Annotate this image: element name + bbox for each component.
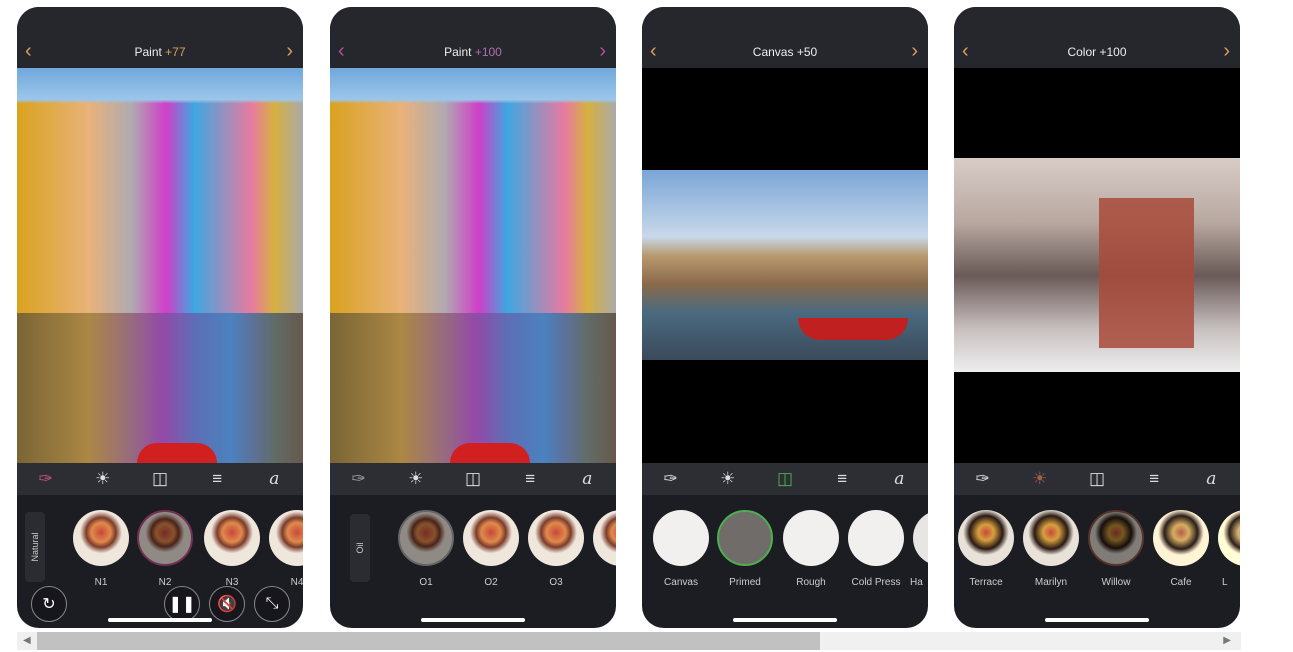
scrollbar-thumb[interactable] xyxy=(37,632,820,650)
palette-icon[interactable]: ☀ xyxy=(1025,469,1055,489)
title: Paint +77 xyxy=(17,45,303,59)
color-terrace[interactable] xyxy=(958,510,1014,566)
style-n4[interactable] xyxy=(269,510,303,566)
color-willow[interactable] xyxy=(1088,510,1144,566)
chevron-right-icon[interactable]: › xyxy=(599,40,606,63)
canvas-label: Canvas xyxy=(664,577,698,588)
style-o2[interactable] xyxy=(463,510,519,566)
scroll-right-icon[interactable]: ▶ xyxy=(1223,635,1231,646)
screenshot-color-100: ‹ Color +100 › ✑ ☀ ◫ ≡ a Terrace Marilyn… xyxy=(954,7,1240,628)
home-indicator xyxy=(421,618,525,622)
sliders-icon[interactable]: ≡ xyxy=(515,469,545,489)
font-icon[interactable]: a xyxy=(572,469,602,489)
style-label: O2 xyxy=(484,577,498,588)
color-cafe[interactable] xyxy=(1153,510,1209,566)
canvas-cold-press[interactable] xyxy=(848,510,904,566)
canvas-label: Rough xyxy=(796,577,826,588)
color-label: Marilyn xyxy=(1034,577,1068,588)
easel-icon[interactable]: ◫ xyxy=(770,469,800,489)
canvas-rough[interactable] xyxy=(783,510,839,566)
color-marilyn[interactable] xyxy=(1023,510,1079,566)
sliders-icon[interactable]: ≡ xyxy=(202,469,232,489)
palette-icon[interactable]: ☀ xyxy=(401,469,431,489)
mode-label: Color xyxy=(1067,45,1097,59)
painted-photo xyxy=(642,170,928,360)
canvas-label: Ha xyxy=(910,577,923,588)
canvas-primed[interactable] xyxy=(717,510,773,566)
style-n3[interactable] xyxy=(204,510,260,566)
color-label: Willow xyxy=(1101,577,1131,588)
style-o3[interactable] xyxy=(528,510,584,566)
home-indicator xyxy=(733,618,837,622)
style-label: N1 xyxy=(94,577,108,588)
color-label: Cafe xyxy=(1170,577,1192,588)
style-label: O1 xyxy=(419,577,433,588)
mode-value: +50 xyxy=(796,45,818,59)
mode-label: Paint xyxy=(444,45,472,59)
style-o4[interactable] xyxy=(593,510,616,566)
palette-icon[interactable]: ☀ xyxy=(88,469,118,489)
easel-icon[interactable]: ◫ xyxy=(458,469,488,489)
mode-label: Paint xyxy=(134,45,162,59)
chevron-right-icon[interactable]: › xyxy=(286,40,293,63)
painted-photo xyxy=(954,158,1240,372)
tool-bar: ✑ ☀ ◫ ≡ a xyxy=(642,463,928,495)
chevron-right-icon[interactable]: › xyxy=(911,40,918,63)
screenshot-paint-100: ‹ Paint +100 › ✑ ☀ ◫ ≡ a Oil O1 O2 O3 xyxy=(330,7,616,628)
palette-icon[interactable]: ☀ xyxy=(713,469,743,489)
chevron-right-icon[interactable]: › xyxy=(1223,40,1230,63)
brush-icon[interactable]: ✑ xyxy=(656,469,686,489)
painted-photo xyxy=(330,68,616,463)
mode-value: +77 xyxy=(165,45,186,59)
color-label: L xyxy=(1222,577,1228,588)
easel-icon[interactable]: ◫ xyxy=(1082,469,1112,489)
home-indicator xyxy=(1045,618,1149,622)
font-icon[interactable]: a xyxy=(1196,469,1226,489)
title: Color +100 xyxy=(954,45,1240,59)
sliders-icon[interactable]: ≡ xyxy=(827,469,857,489)
header: ‹ Canvas +50 › xyxy=(642,7,928,68)
canvas-label: Cold Press xyxy=(851,577,901,588)
title: Canvas +50 xyxy=(642,45,928,59)
style-label: N2 xyxy=(158,577,172,588)
title: Paint +100 xyxy=(330,45,616,59)
expand-icon[interactable]: ⤡ xyxy=(254,586,290,622)
font-icon[interactable]: a xyxy=(884,469,914,489)
mode-value: +100 xyxy=(474,45,502,59)
color-next[interactable] xyxy=(1218,510,1240,566)
home-indicator xyxy=(108,618,212,622)
screenshot-canvas-50: ‹ Canvas +50 › ✑ ☀ ◫ ≡ a Canvas Primed R… xyxy=(642,7,928,628)
sliders-icon[interactable]: ≡ xyxy=(1139,469,1169,489)
mode-label: Canvas xyxy=(752,45,794,59)
brush-icon[interactable]: ✑ xyxy=(968,469,998,489)
canvas-hot-press[interactable] xyxy=(913,510,928,566)
pause-icon[interactable]: ❚❚ xyxy=(164,586,200,622)
style-label: O3 xyxy=(549,577,563,588)
tool-bar: ✑ ☀ ◫ ≡ a xyxy=(954,463,1240,495)
font-icon[interactable]: a xyxy=(259,469,289,489)
painted-photo xyxy=(17,68,303,463)
style-n1[interactable] xyxy=(73,510,129,566)
preview-area xyxy=(642,68,928,463)
header: ‹ Paint +100 › xyxy=(330,7,616,68)
screenshot-paint-77: ‹ Paint +77 › ✑ ☀ ◫ ≡ a Natural N1 N2 N3… xyxy=(17,7,303,628)
tool-bar: ✑ ☀ ◫ ≡ a xyxy=(17,463,303,495)
scroll-left-icon[interactable]: ◀ xyxy=(23,635,31,646)
tool-bar: ✑ ☀ ◫ ≡ a xyxy=(330,463,616,495)
header: ‹ Paint +77 › xyxy=(17,7,303,68)
preview-area xyxy=(954,68,1240,463)
style-n2[interactable] xyxy=(137,510,193,566)
brush-icon[interactable]: ✑ xyxy=(344,469,374,489)
style-o1[interactable] xyxy=(398,510,454,566)
mute-icon[interactable]: 🔇 xyxy=(209,586,245,622)
mode-value: +100 xyxy=(1099,45,1127,59)
header: ‹ Color +100 › xyxy=(954,7,1240,68)
canvas-canvas[interactable] xyxy=(653,510,709,566)
reset-icon[interactable]: ↻ xyxy=(31,586,67,622)
canvas-label: Primed xyxy=(729,577,761,588)
horizontal-scrollbar[interactable]: ◀ ▶ xyxy=(17,632,1241,650)
brush-icon[interactable]: ✑ xyxy=(31,469,61,489)
color-label: Terrace xyxy=(969,577,1003,588)
easel-icon[interactable]: ◫ xyxy=(145,469,175,489)
